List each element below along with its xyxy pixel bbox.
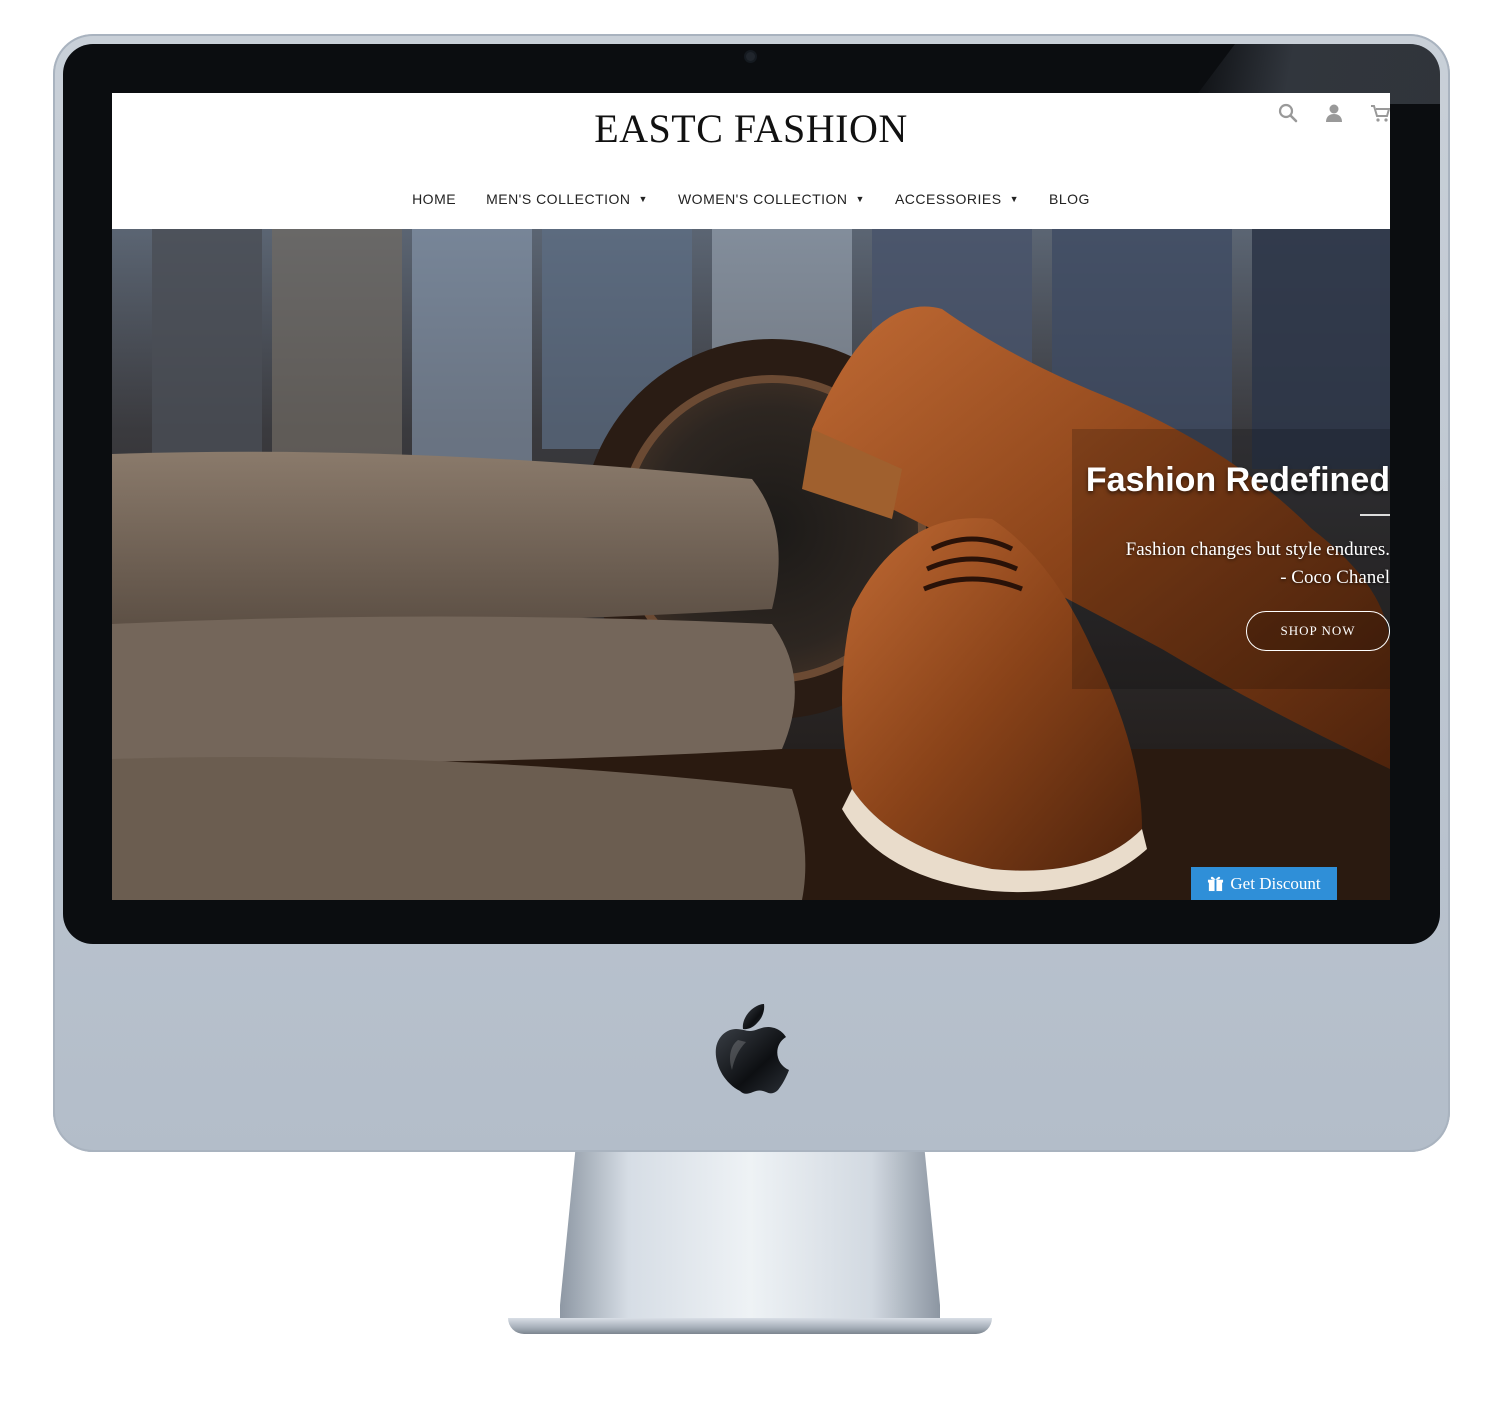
nav-blog[interactable]: BLOG — [1049, 191, 1090, 207]
hero-title: Fashion Redefined — [1085, 461, 1390, 499]
nav-accessories[interactable]: ACCESSORIES ▼ — [895, 191, 1019, 207]
hero-banner: Fashion Redefined Fashion changes but st… — [112, 229, 1390, 900]
hero-caption: Fashion Redefined Fashion changes but st… — [970, 461, 1390, 592]
user-icon[interactable] — [1324, 103, 1344, 123]
hero-quote-line2: - Coco Chanel — [1280, 567, 1390, 588]
apple-logo-icon — [715, 1004, 789, 1094]
caret-down-icon: ▼ — [638, 194, 648, 204]
search-icon[interactable] — [1278, 103, 1298, 123]
cart-icon[interactable] — [1370, 103, 1390, 123]
imac-stand — [560, 1152, 940, 1322]
site-logo[interactable]: EASTC FASHION — [112, 105, 1390, 152]
nav-label: WOMEN'S COLLECTION — [677, 191, 848, 207]
nav-mens-collection[interactable]: MEN'S COLLECTION ▼ — [486, 191, 648, 207]
camera-icon — [746, 52, 755, 61]
nav-womens-collection[interactable]: WOMEN'S COLLECTION ▼ — [678, 191, 865, 207]
nav-home[interactable]: HOME — [412, 191, 456, 207]
nav-label: HOME — [412, 191, 457, 207]
shop-now-button[interactable]: SHOP NOW — [1246, 611, 1390, 651]
caret-down-icon: ▼ — [1009, 194, 1020, 204]
browser-screen: EASTC FASHION HOME MEN'S COLLECTION ▼ WOM… — [112, 93, 1390, 900]
main-nav: HOME MEN'S COLLECTION ▼ WOMEN'S COLLECTIO… — [112, 191, 1390, 207]
discount-label: Get Discount — [1230, 873, 1321, 893]
nav-label: ACCESSORIES — [894, 191, 1002, 207]
hero-divider — [1360, 514, 1390, 516]
gift-icon — [1208, 876, 1224, 892]
caret-down-icon: ▼ — [855, 194, 865, 204]
get-discount-button[interactable]: Get Discount — [1191, 867, 1337, 900]
hero-quote-line1: Fashion changes but style endures. — [1125, 539, 1390, 560]
header-icons — [1278, 103, 1390, 123]
nav-label: BLOG — [1049, 191, 1090, 207]
nav-label: MEN'S COLLECTION — [486, 191, 631, 207]
imac-stand-base — [508, 1318, 992, 1334]
site-header: EASTC FASHION HOME MEN'S COLLECTION ▼ WOM… — [112, 93, 1390, 229]
